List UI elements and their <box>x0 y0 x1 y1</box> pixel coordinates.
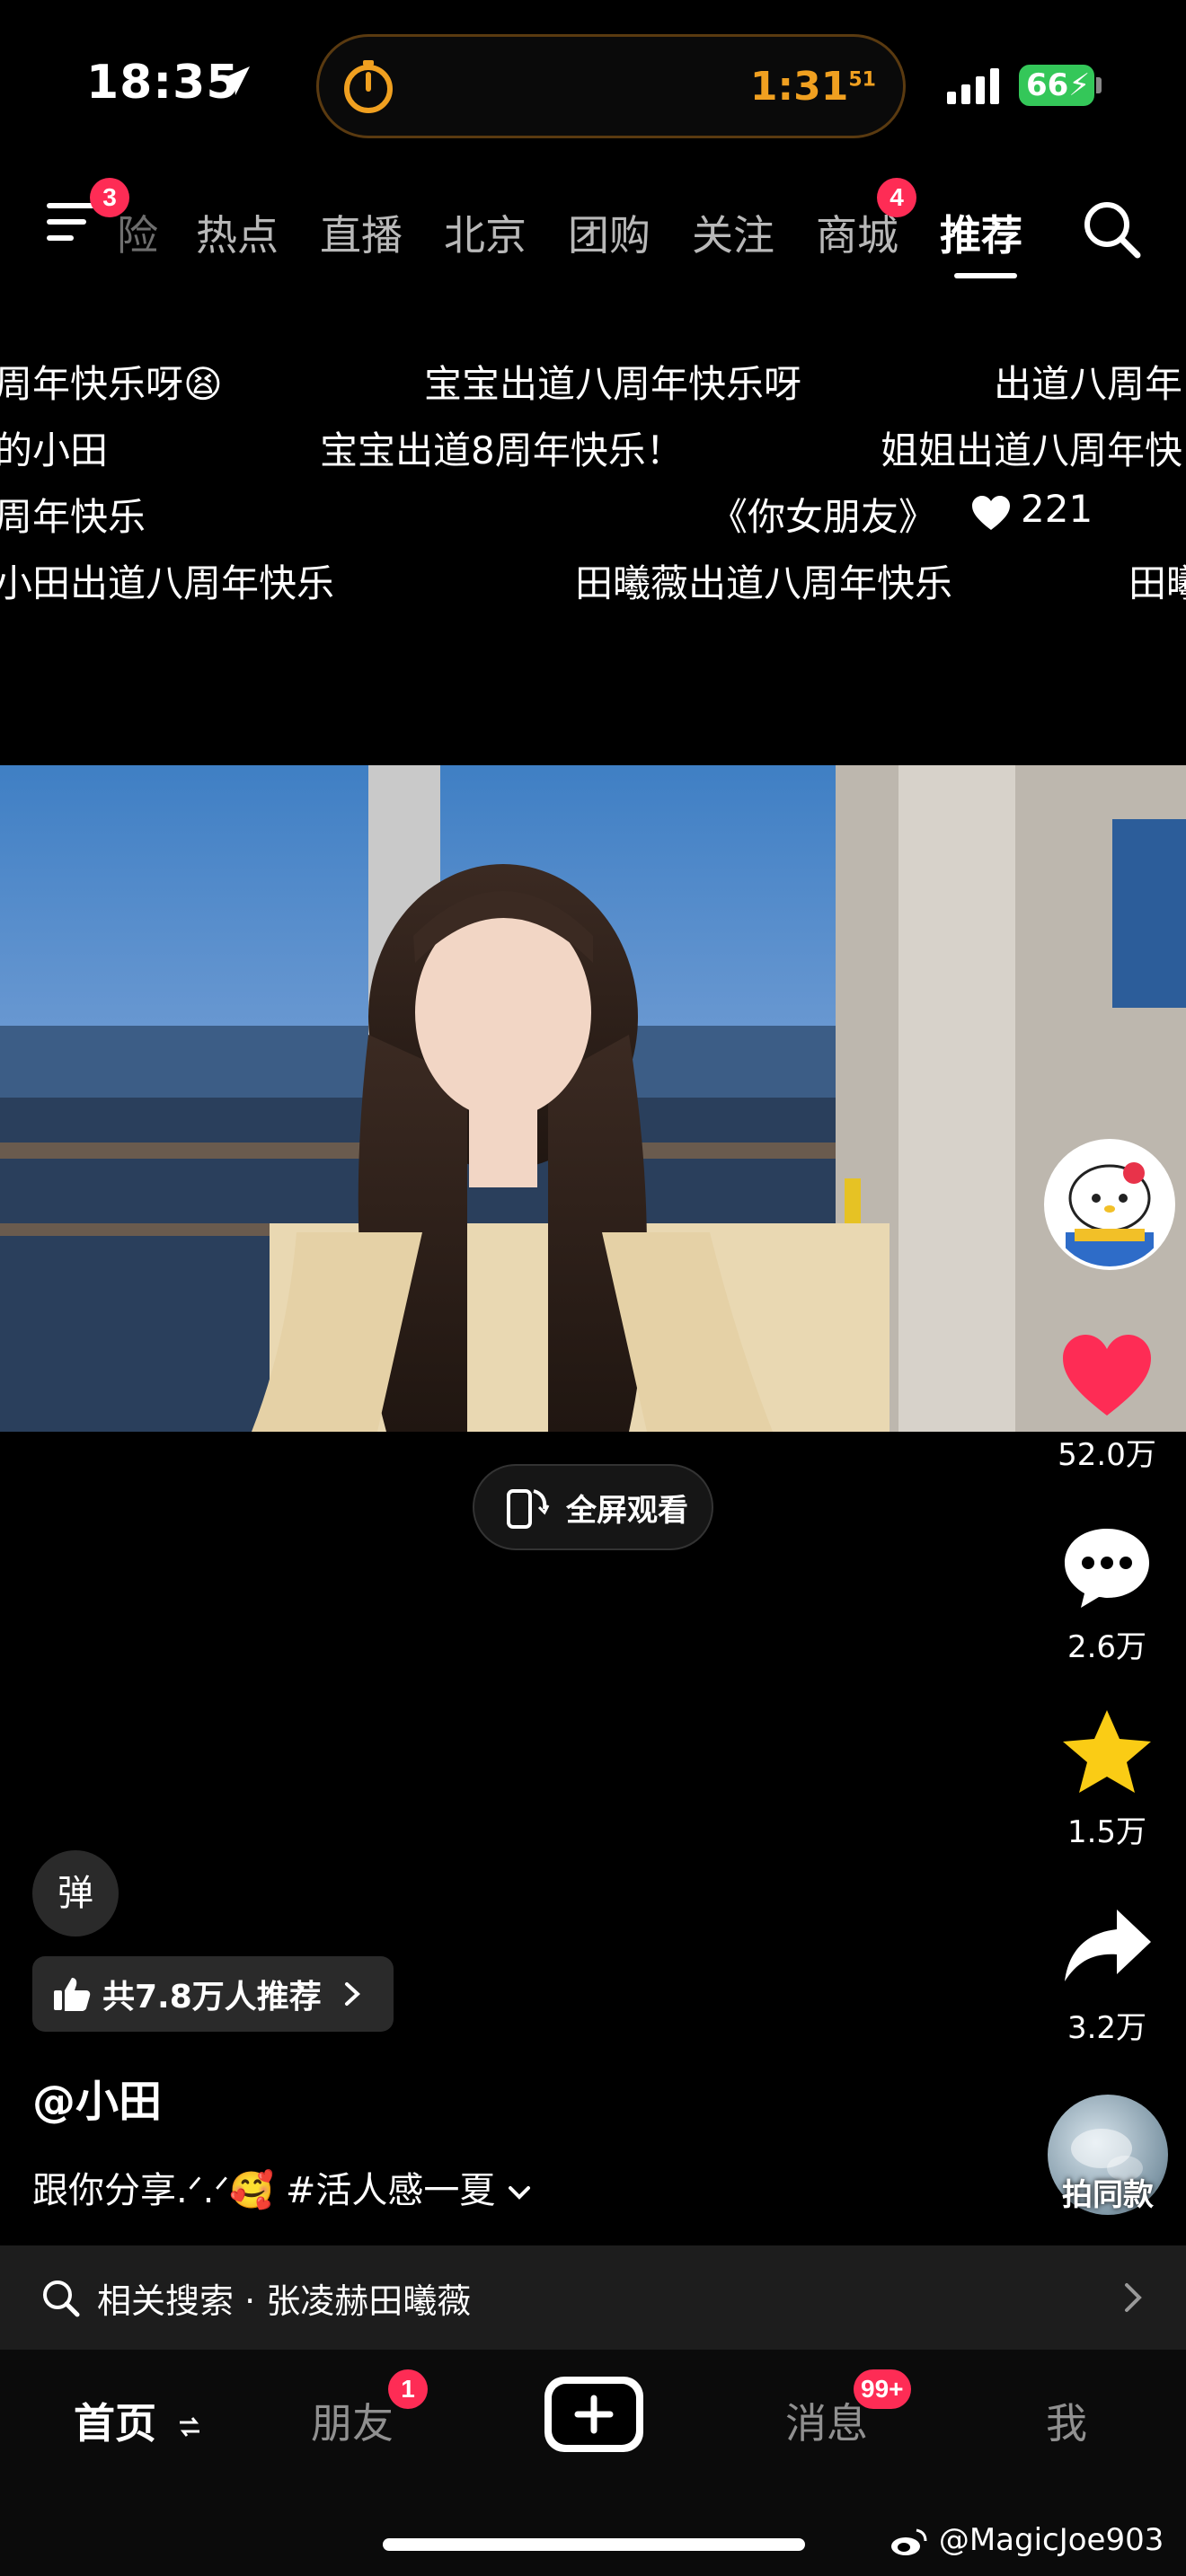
caption-text: 跟你分享.ᐟ.ᐟ🥰 #活人感一夏 <box>32 2170 496 2211</box>
danmaku-toggle-button[interactable]: 弹 <box>32 1850 119 1936</box>
weibo-logo-icon <box>891 2528 927 2555</box>
danmaku-comment: 姐姐出道八周年快 <box>881 428 1183 472</box>
home-indicator[interactable] <box>383 2538 805 2551</box>
recommend-count-text: 共7.8万人推荐 <box>102 1979 322 2016</box>
share-count: 3.2万 <box>1067 2010 1147 2046</box>
video-frame <box>0 765 1186 1432</box>
fullscreen-button[interactable]: 全屏观看 <box>473 1464 713 1550</box>
danmaku-comment: 田曦 <box>1128 561 1186 605</box>
same-style-label[interactable]: 拍同款 <box>1042 2170 1173 2214</box>
creator-avatar[interactable] <box>1044 1139 1175 1270</box>
tab-me[interactable]: 我 <box>1046 2391 1087 2450</box>
star-icon <box>1063 1710 1151 1793</box>
top-nav: 3 险 热点 直播 北京 团购 关注 商城 4 推荐 <box>0 171 1186 296</box>
chevron-down-icon <box>509 2186 531 2200</box>
chevron-right-icon <box>344 1982 360 2006</box>
search-icon <box>43 2280 80 2317</box>
watermark-text: @MagicJoe903 <box>938 2522 1164 2558</box>
danmaku-comment: 田曦薇出道八周年快乐 <box>575 561 953 605</box>
like-button[interactable]: 52.0万 <box>1042 1329 1172 1474</box>
video-player[interactable] <box>0 765 1186 1432</box>
comment-button[interactable]: 2.6万 <box>1042 1522 1172 1666</box>
share-arrow-icon <box>1065 1910 1151 1981</box>
tab-friends[interactable]: 朋友 <box>311 2391 394 2450</box>
dynamic-island-timer[interactable]: 1:3151 <box>316 34 906 138</box>
tab-beijing[interactable]: 北京 <box>444 203 527 262</box>
thumbs-up-icon <box>54 1978 91 2011</box>
rotate-screen-icon <box>507 1489 550 1529</box>
search-icon[interactable] <box>1080 198 1143 260</box>
video-caption[interactable]: 跟你分享.ᐟ.ᐟ🥰 #活人感一夏 <box>32 2161 532 2213</box>
status-bar: 18:35 1:3151 66⚡ <box>0 0 1186 171</box>
plus-icon <box>574 2395 614 2434</box>
favorite-button[interactable]: 1.5万 <box>1042 1707 1172 1851</box>
danmaku-comment: 周年快乐 <box>0 495 146 539</box>
like-count: 52.0万 <box>1058 1437 1156 1473</box>
tab-group-buy[interactable]: 团购 <box>568 203 651 262</box>
timer-readout: 1:3151 <box>749 64 876 110</box>
friends-badge: 1 <box>388 2369 428 2409</box>
watermark: @MagicJoe903 <box>890 2522 1164 2558</box>
tab-explore[interactable]: 险 <box>117 203 158 262</box>
author-name[interactable]: @小田 <box>32 2066 162 2129</box>
comment-bubble-icon <box>1065 1529 1149 1608</box>
danmaku-comment: 宝宝出道8周年快乐！ <box>320 428 684 472</box>
active-tab-indicator <box>954 273 1017 278</box>
create-post-button[interactable] <box>544 2377 643 2452</box>
recommend-pill[interactable]: 共7.8万人推荐 <box>32 1956 394 2032</box>
comment-count: 2.6万 <box>1067 1629 1147 1665</box>
tab-live[interactable]: 直播 <box>320 203 403 262</box>
timer-icon <box>344 60 393 113</box>
danmaku-comment: 的小田 <box>0 428 109 472</box>
danmaku-comment: 周年快乐呀😫 <box>0 362 223 406</box>
clock: 18:35 <box>86 56 240 110</box>
battery-indicator: 66⚡ <box>1019 65 1094 106</box>
tab-following[interactable]: 关注 <box>692 203 774 262</box>
related-search-bar[interactable]: 相关搜索 · 张凌赫田曦薇 <box>0 2245 1186 2350</box>
danmaku-comment: 《你女朋友》 <box>710 495 937 539</box>
heart-icon <box>972 496 1010 530</box>
avatar-image <box>1048 1142 1172 1266</box>
heart-icon <box>1063 1335 1151 1416</box>
danmaku-comment: 宝宝出道八周年快乐呀 <box>424 362 802 406</box>
tab-recommended[interactable]: 推荐 <box>940 203 1022 262</box>
cellular-signal-icon <box>947 68 999 104</box>
fullscreen-label: 全屏观看 <box>566 1492 688 1529</box>
favorite-count: 1.5万 <box>1067 1814 1147 1850</box>
messages-badge: 99+ <box>854 2369 911 2409</box>
danmaku-comment: 出道八周年 <box>994 362 1183 406</box>
share-button[interactable]: 3.2万 <box>1042 1902 1172 2047</box>
mall-badge: 4 <box>877 178 916 217</box>
chevron-right-icon <box>1125 2283 1142 2312</box>
menu-icon[interactable] <box>47 203 101 257</box>
battery-cap <box>1096 77 1102 93</box>
related-search-text: 相关搜索 · 张凌赫田曦薇 <box>97 2280 472 2321</box>
tab-home-label: 首页 <box>74 2399 156 2448</box>
danmaku-like-count: 221 <box>1021 487 1093 531</box>
tab-hot[interactable]: 热点 <box>196 203 279 262</box>
tab-messages[interactable]: 消息 <box>785 2391 868 2450</box>
danmaku-comment: 小田出道八周年快乐 <box>0 561 335 605</box>
location-arrow-icon <box>221 66 250 95</box>
refresh-arrows-icon <box>180 2416 200 2437</box>
tab-home[interactable]: 首页 <box>74 2391 203 2450</box>
